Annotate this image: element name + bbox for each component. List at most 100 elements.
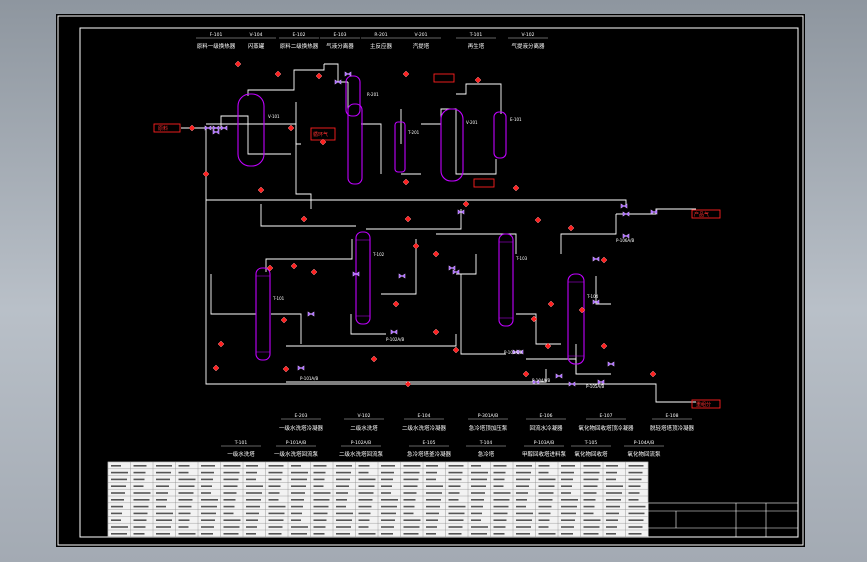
table-cell	[133, 519, 147, 521]
top_titles-tag-0: F-101	[210, 32, 223, 38]
tag-t103: T-103	[515, 256, 528, 261]
valve-9	[452, 269, 460, 275]
table-cell	[471, 465, 481, 467]
table-cell	[268, 505, 286, 508]
table-cell	[201, 492, 211, 494]
drawing-sheet[interactable]: F-101 原料一级换热器 V-104 闪蒸罐 E-102 原料二级换热器 E-103 气液分…	[56, 14, 805, 547]
table-cell	[111, 512, 122, 515]
table-cell	[223, 478, 239, 481]
table-cell	[268, 465, 284, 467]
table-cell	[403, 471, 420, 474]
table-cell	[246, 526, 257, 528]
table-cell	[313, 533, 325, 535]
table-cell	[336, 519, 352, 521]
table-cell	[178, 526, 189, 528]
table-cell	[606, 505, 620, 508]
table-cell	[313, 505, 329, 508]
table-cell	[178, 492, 194, 494]
table-cell	[336, 512, 353, 515]
table-cell	[426, 485, 443, 487]
table-cell	[448, 512, 465, 515]
table-cell	[223, 471, 240, 474]
table-cell	[336, 471, 351, 474]
table-cell	[246, 505, 260, 508]
table-cell	[313, 478, 325, 481]
table-cell	[268, 499, 279, 501]
table-cell	[268, 471, 283, 474]
top_titles-tag-4: R-201	[374, 32, 387, 38]
table-cell	[538, 465, 550, 467]
top_titles-tag-2: E-102	[292, 32, 305, 38]
table-cell	[606, 478, 616, 481]
table-cell	[381, 478, 393, 481]
table-cell	[426, 519, 438, 521]
table-cell	[538, 499, 553, 501]
table-cell	[201, 471, 214, 474]
table-cell	[448, 465, 464, 467]
table-cell	[471, 519, 481, 521]
column-t102	[355, 231, 371, 325]
column-t103	[498, 233, 514, 327]
heavy-label: 重组分	[696, 401, 711, 408]
title-block[interactable]	[647, 502, 799, 538]
mid_titles-tag-6: E-108	[665, 413, 678, 419]
valve-13	[448, 265, 456, 271]
table-cell	[471, 512, 482, 515]
stream-data-table[interactable]	[107, 461, 649, 538]
table-cell	[628, 505, 646, 508]
instrument-17	[432, 250, 440, 258]
table-cell	[448, 492, 460, 494]
table-cell	[336, 505, 346, 508]
valve-17	[555, 373, 563, 379]
table-cell	[448, 519, 464, 521]
table-cell	[538, 485, 555, 487]
top_titles-name-7: 气提液分离器	[511, 42, 545, 50]
table-cell	[111, 526, 128, 528]
table-cell	[606, 485, 623, 487]
table-cell	[156, 478, 170, 481]
bot_titles-name-3: 急冷塔塔釜冷凝器	[407, 450, 452, 458]
table-cell	[201, 499, 218, 501]
table-cell	[178, 512, 191, 515]
table-cell	[201, 478, 213, 481]
bot_titles-name-0: 一级水洗塔	[227, 450, 255, 458]
table-cell	[201, 526, 214, 528]
table-cell	[493, 519, 507, 521]
instrument-16	[412, 242, 420, 250]
table-cell	[111, 492, 125, 494]
table-cell	[381, 526, 394, 528]
table-cell	[516, 478, 530, 481]
table-cell	[493, 533, 505, 535]
table-cell	[471, 526, 488, 528]
table-cell	[403, 526, 420, 528]
instrument-38	[282, 365, 290, 373]
table-cell	[628, 526, 643, 528]
table-cell	[111, 465, 121, 467]
table-cell	[628, 492, 640, 494]
table-cell	[516, 533, 530, 535]
instrument-23	[280, 316, 288, 324]
table-cell	[516, 512, 533, 515]
table-cell	[583, 505, 595, 508]
table-cell	[111, 485, 126, 487]
table-cell	[426, 478, 436, 481]
table-cell	[268, 485, 281, 487]
mid_titles-name-2: 二级水洗塔冷凝器	[402, 424, 447, 432]
mid_titles-tag-5: E-107	[599, 413, 612, 419]
mid_titles-tag-4: E-106	[539, 413, 552, 419]
instrument-34	[649, 370, 657, 378]
table-cell	[606, 499, 621, 501]
instrument-13	[300, 215, 308, 223]
table-cell	[291, 526, 308, 528]
table-cell	[538, 471, 549, 474]
table-cell	[291, 478, 307, 481]
table-cell	[493, 505, 509, 508]
table-cell	[448, 485, 461, 487]
tag-r201: R-201	[367, 92, 379, 97]
top_titles-name-6: 再生塔	[468, 42, 485, 50]
tag-p101: P-101A/B	[300, 376, 318, 381]
table-cell	[336, 465, 352, 467]
instrument-20	[600, 256, 608, 264]
process-flow-diagram: F-101 原料一级换热器 V-104 闪蒸罐 E-102 原料二级换热器 E-103 气液分…	[57, 15, 804, 546]
table-cell	[201, 519, 215, 521]
